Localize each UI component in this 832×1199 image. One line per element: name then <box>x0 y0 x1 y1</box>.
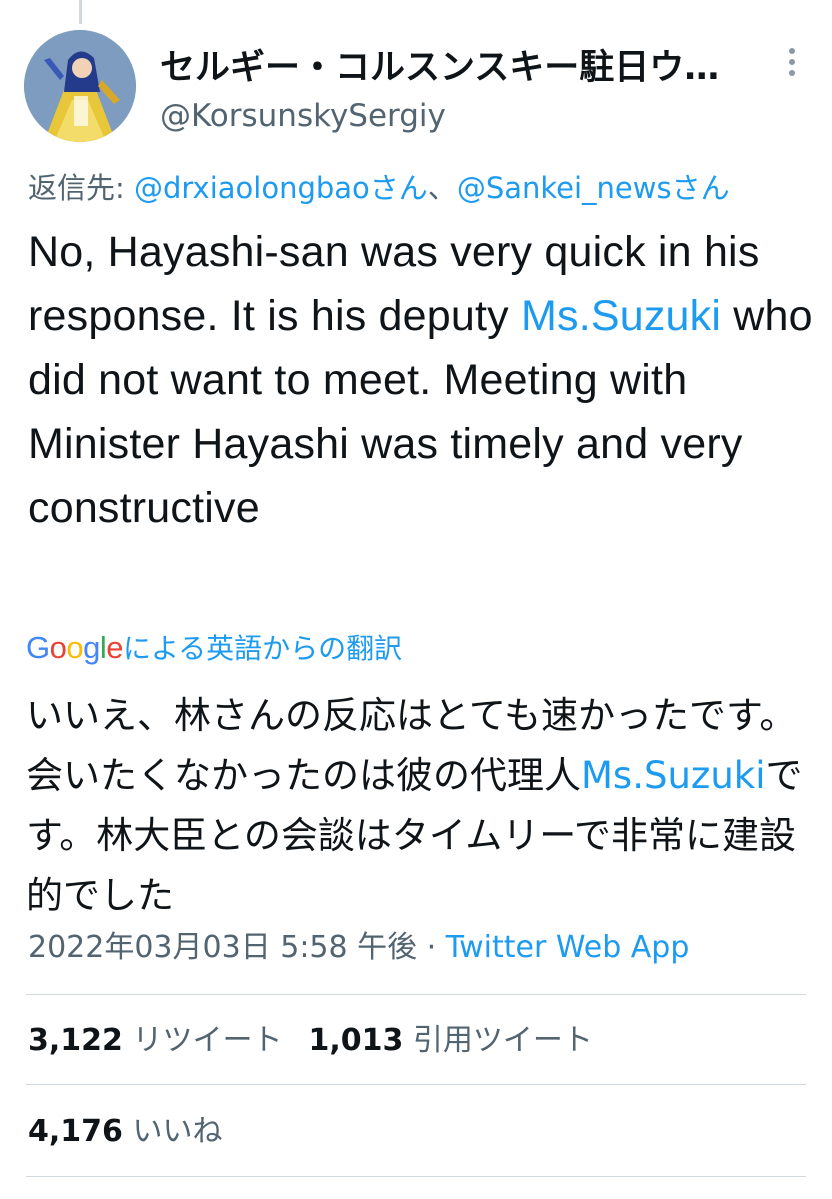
avatar-illustration-icon <box>24 30 136 142</box>
reply-mention-sankei-news[interactable]: @Sankei_newsさん <box>457 171 730 205</box>
translated-tweet-body: いいえ、林さんの反応はとても速かったです。会いたくなかったのは彼の代理人Ms.S… <box>26 686 822 926</box>
author-avatar[interactable] <box>24 30 136 142</box>
retweet-quote-stats: 3,122 リツイート 1,013 引用ツイート <box>28 1019 593 1063</box>
translated-mention-ms-suzuki[interactable]: Ms.Suzuki <box>581 754 765 797</box>
likes-stat[interactable]: 4,176 いいね <box>28 1114 222 1149</box>
reply-mention-drxiaolongbao[interactable]: @drxiaolongbaoさん <box>134 171 428 205</box>
author-display-name[interactable]: セルギー・コルスンスキー駐日ウ… <box>160 44 720 92</box>
divider-middle <box>26 1084 806 1085</box>
divider-top <box>26 994 806 995</box>
quotes-count: 1,013 <box>308 1023 404 1058</box>
reply-separator: 、 <box>427 171 457 205</box>
divider-bottom <box>26 1176 806 1177</box>
likes-stats: 4,176 いいね <box>28 1110 222 1154</box>
meta-separator: · <box>417 930 446 965</box>
google-logo: Google <box>26 630 124 665</box>
reply-to-line: 返信先: @drxiaolongbaoさん、@Sankei_newsさん <box>28 170 730 206</box>
more-options-icon[interactable] <box>782 48 802 84</box>
retweets-count: 3,122 <box>28 1023 123 1058</box>
quotes-label: 引用ツイート <box>412 1023 593 1058</box>
thread-connector-line <box>79 0 82 24</box>
retweets-label: リツイート <box>132 1023 283 1058</box>
translation-caption: による英語からの翻訳 <box>123 632 403 665</box>
tweet-body: No, Hayashi-san was very quick in his re… <box>28 220 828 540</box>
author-handle[interactable]: @KorsunskySergiy <box>160 96 446 136</box>
likes-label: いいね <box>132 1114 223 1149</box>
reply-to-prefix: 返信先: <box>28 171 134 205</box>
quotes-stat[interactable]: 1,013 引用ツイート <box>308 1023 592 1058</box>
likes-count: 4,176 <box>28 1114 123 1149</box>
retweets-stat[interactable]: 3,122 リツイート <box>28 1023 282 1058</box>
tweet-mention-ms-suzuki[interactable]: Ms.Suzuki <box>521 292 721 340</box>
tweet-timestamp[interactable]: 2022年03月03日 5:58 午後 <box>28 930 417 965</box>
tweet-metadata: 2022年03月03日 5:58 午後 · Twitter Web App <box>28 926 689 970</box>
translation-attribution[interactable]: Googleによる英語からの翻訳 <box>26 628 402 669</box>
tweet-source-link[interactable]: Twitter Web App <box>446 930 690 965</box>
